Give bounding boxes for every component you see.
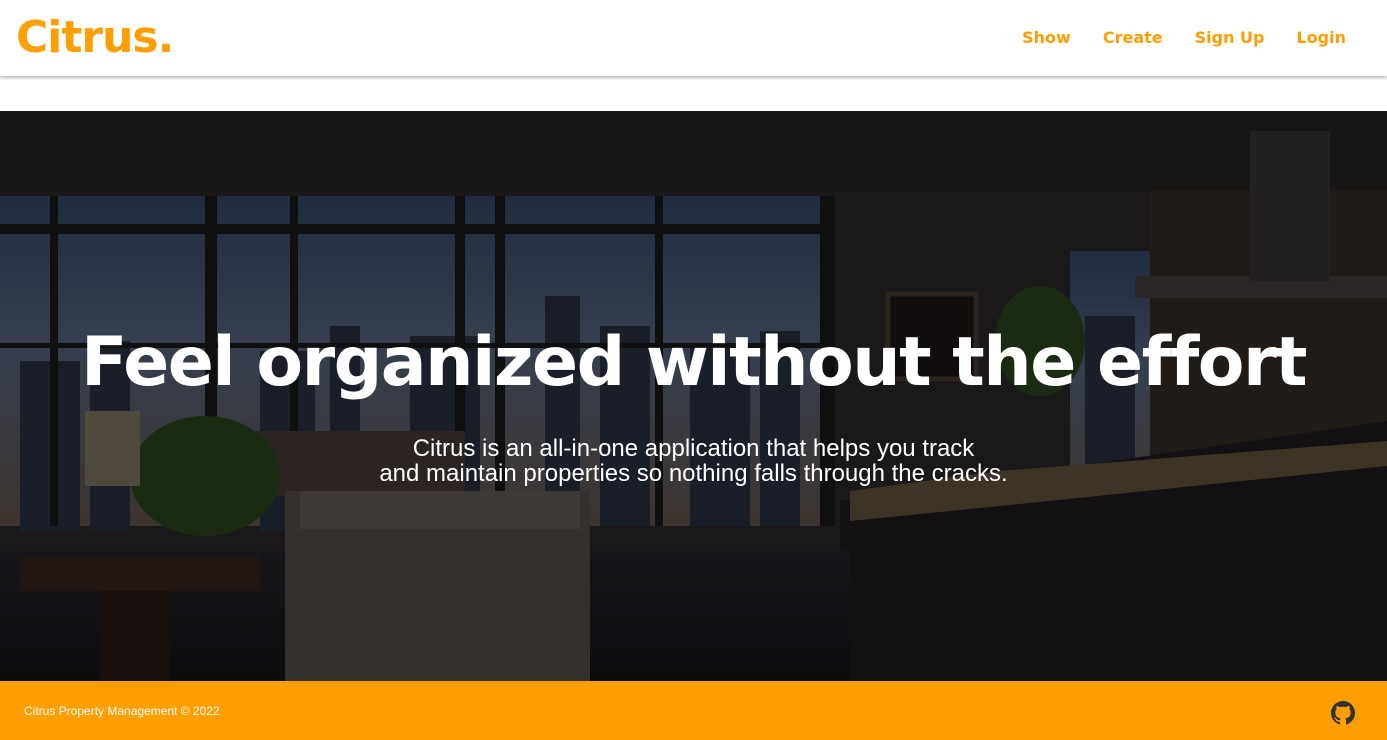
footer: Citrus Property Management © 2022 xyxy=(0,681,1387,740)
hero-title: Feel organized without the effort xyxy=(80,323,1308,402)
nav-login-link[interactable]: Login xyxy=(1296,26,1346,50)
navbar: Citrus. Show Create Sign Up Login xyxy=(0,0,1387,76)
hero-subtitle-line-1: Citrus is an all-in-one application that… xyxy=(412,435,975,462)
hero-section: Feel organized without the effort Citrus… xyxy=(0,111,1387,681)
nav-signup-link[interactable]: Sign Up xyxy=(1195,26,1265,50)
nav-create-link[interactable]: Create xyxy=(1103,26,1163,50)
brand-logo[interactable]: Citrus. xyxy=(16,10,174,66)
hero-subtitle: Citrus is an all-in-one application that… xyxy=(0,436,1387,486)
footer-copyright: Citrus Property Management © 2022 xyxy=(24,704,220,718)
github-icon[interactable] xyxy=(1331,701,1355,725)
nav-show-link[interactable]: Show xyxy=(1022,26,1071,50)
hero-subtitle-line-2: and maintain properties so nothing falls… xyxy=(379,460,1008,487)
nav-links: Show Create Sign Up Login xyxy=(1022,26,1346,50)
